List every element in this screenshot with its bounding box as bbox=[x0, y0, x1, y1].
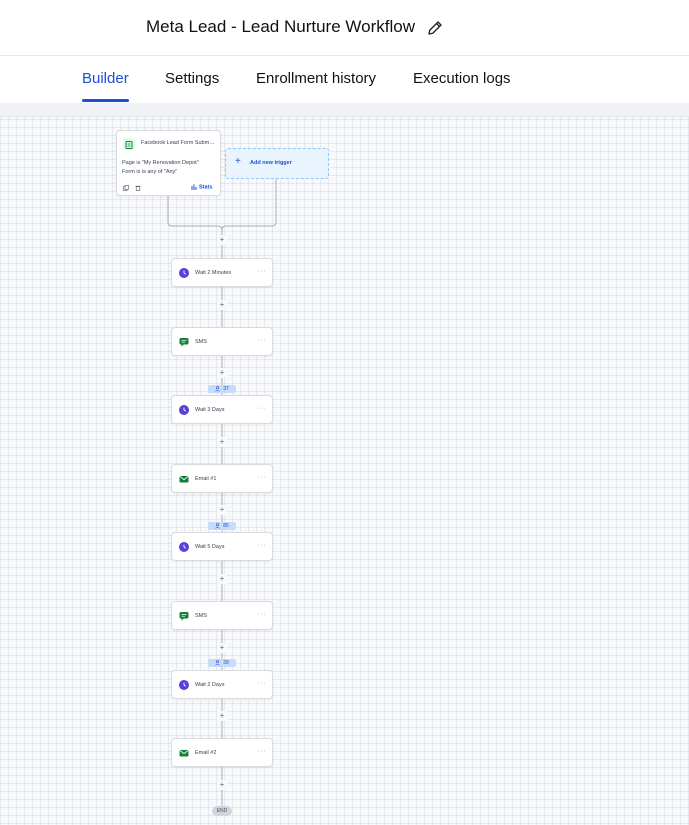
waiting-count-badge[interactable]: 86 bbox=[208, 521, 236, 530]
mail-icon bbox=[179, 475, 189, 483]
add-step-button[interactable]: + bbox=[217, 436, 227, 447]
waiting-count: 86 bbox=[223, 522, 229, 529]
add-trigger-button[interactable]: + Add new trigger bbox=[225, 148, 329, 179]
more-options-icon[interactable]: ··· bbox=[258, 680, 267, 687]
workflow-step-sms[interactable]: SMS ··· bbox=[171, 326, 273, 356]
workflow-step-sms[interactable]: SMS ··· bbox=[171, 601, 273, 630]
waiting-count-badge[interactable]: 39 bbox=[208, 659, 236, 668]
users-icon bbox=[215, 523, 220, 529]
trigger-condition-form: Form is is any of "Any" bbox=[122, 169, 178, 175]
add-step-button[interactable]: + bbox=[217, 235, 227, 245]
add-step-button[interactable]: + bbox=[217, 642, 227, 653]
trigger-card[interactable]: Facebook Lead Form Submitted Page is "My… bbox=[116, 130, 221, 196]
users-icon bbox=[215, 385, 220, 392]
trigger-title: Facebook Lead Form Submitted bbox=[141, 140, 215, 146]
more-options-icon[interactable]: ··· bbox=[258, 337, 267, 344]
step-label: Email #1 bbox=[195, 475, 217, 482]
workflow-step-wait[interactable]: Wait 3 Days ··· bbox=[171, 395, 273, 425]
workflow-step-wait[interactable]: Wait 2 Days ··· bbox=[171, 669, 273, 699]
clock-icon bbox=[179, 405, 189, 416]
add-step-button[interactable]: + bbox=[217, 711, 227, 722]
clock-icon bbox=[179, 268, 189, 278]
stats-button[interactable]: Stats bbox=[191, 184, 212, 190]
plus-icon: + bbox=[235, 156, 241, 167]
users-icon bbox=[215, 660, 220, 666]
workflow-step-email[interactable]: Email #1 ··· bbox=[171, 463, 273, 493]
stats-label: Stats bbox=[199, 184, 213, 191]
trash-icon[interactable] bbox=[135, 185, 141, 191]
step-label: Wait 3 Days bbox=[195, 407, 225, 414]
waiting-count-badge[interactable]: 37 bbox=[208, 384, 236, 393]
step-label: SMS bbox=[195, 338, 207, 345]
add-step-button[interactable]: + bbox=[217, 573, 227, 584]
chat-icon bbox=[179, 612, 189, 621]
workflow-step-wait[interactable]: Wait 5 Days ··· bbox=[171, 532, 273, 562]
add-step-button[interactable]: + bbox=[217, 299, 227, 310]
mail-icon bbox=[179, 750, 189, 757]
waiting-count: 37 bbox=[223, 385, 229, 392]
add-trigger-label: Add new trigger bbox=[250, 160, 292, 166]
clock-icon bbox=[179, 542, 189, 553]
workflow-step-wait[interactable]: Wait 2 Minutes ··· bbox=[171, 258, 273, 287]
clock-icon bbox=[179, 679, 189, 690]
step-label: Email #2 bbox=[195, 750, 217, 757]
add-step-button[interactable]: + bbox=[217, 368, 227, 379]
step-label: Wait 5 Days bbox=[195, 544, 225, 551]
waiting-count: 39 bbox=[223, 660, 229, 667]
connector-lines bbox=[167, 178, 277, 806]
end-marker: END bbox=[212, 806, 232, 816]
trigger-condition-page: Page is "My Renovation Depot" bbox=[122, 160, 199, 166]
more-options-icon[interactable]: ··· bbox=[258, 611, 267, 618]
step-label: Wait 2 Days bbox=[195, 681, 225, 688]
step-label: SMS bbox=[195, 613, 207, 619]
chat-icon bbox=[179, 337, 189, 347]
more-options-icon[interactable]: ··· bbox=[258, 748, 267, 755]
lead-form-icon bbox=[123, 138, 135, 150]
copy-icon[interactable] bbox=[123, 185, 129, 191]
bar-chart-icon bbox=[191, 184, 197, 190]
more-options-icon[interactable]: ··· bbox=[258, 474, 267, 481]
workflow-step-email[interactable]: Email #2 ··· bbox=[171, 738, 273, 768]
step-label: Wait 2 Minutes bbox=[195, 270, 232, 276]
more-options-icon[interactable]: ··· bbox=[258, 268, 267, 275]
more-options-icon[interactable]: ··· bbox=[258, 405, 267, 412]
more-options-icon[interactable]: ··· bbox=[258, 542, 267, 549]
add-step-button[interactable]: + bbox=[217, 505, 227, 516]
add-step-button[interactable]: + bbox=[217, 779, 227, 790]
